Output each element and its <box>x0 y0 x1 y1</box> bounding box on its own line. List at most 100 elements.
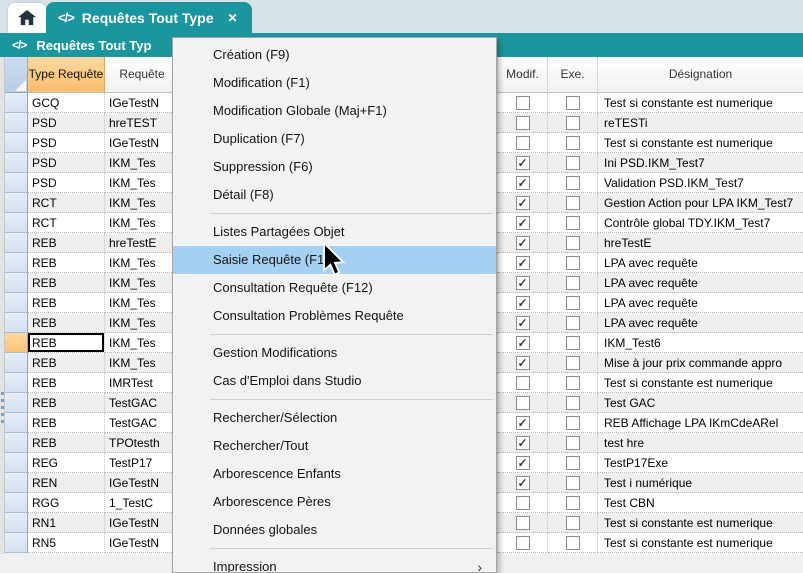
cell-type-requete[interactable]: RCT <box>28 193 105 213</box>
checkbox-exe[interactable] <box>566 356 580 370</box>
cell-exe[interactable] <box>548 273 598 293</box>
cell-type-requete[interactable]: REB <box>28 333 105 353</box>
cell-exe[interactable] <box>548 413 598 433</box>
cell-designation[interactable]: LPA avec requête <box>598 253 803 273</box>
cell-exe[interactable] <box>548 253 598 273</box>
cell-requete[interactable]: hreTestE <box>105 233 180 253</box>
select-all-corner[interactable] <box>5 57 28 93</box>
row-header[interactable] <box>5 373 28 393</box>
row-header[interactable] <box>5 213 28 233</box>
cell-designation[interactable]: Mise à jour prix commande appro <box>598 353 803 373</box>
cell-designation[interactable]: LPA avec requête <box>598 313 803 333</box>
row-header[interactable] <box>5 513 28 533</box>
cell-modif[interactable] <box>498 513 548 533</box>
cell-exe[interactable] <box>548 173 598 193</box>
cell-exe[interactable] <box>548 373 598 393</box>
cell-type-requete[interactable]: PSD <box>28 133 105 153</box>
cell-type-requete[interactable]: REB <box>28 273 105 293</box>
cell-type-requete[interactable]: REB <box>28 373 105 393</box>
checkbox-exe[interactable] <box>566 396 580 410</box>
checkbox-modif[interactable]: ✓ <box>516 156 530 170</box>
cell-requete[interactable]: IGeTestN <box>105 93 180 113</box>
cell-requete[interactable]: IKM_Tes <box>105 213 180 233</box>
cell-designation[interactable]: TestP17Exe <box>598 453 803 473</box>
row-header[interactable] <box>5 233 28 253</box>
cell-requete[interactable]: IKM_Tes <box>105 153 180 173</box>
cell-modif[interactable] <box>498 533 548 553</box>
checkbox-modif[interactable]: ✓ <box>516 296 530 310</box>
cell-designation[interactable]: Test si constante est numerique <box>598 373 803 393</box>
menu-item-creation-f9[interactable]: Création (F9) <box>173 41 496 69</box>
cell-modif[interactable]: ✓ <box>498 333 548 353</box>
cell-requete[interactable]: IKM_Tes <box>105 353 180 373</box>
checkbox-modif[interactable] <box>516 396 530 410</box>
row-header[interactable] <box>5 353 28 373</box>
row-header[interactable] <box>5 313 28 333</box>
checkbox-modif[interactable]: ✓ <box>516 336 530 350</box>
menu-item-modification-f1[interactable]: Modification (F1) <box>173 69 496 97</box>
checkbox-exe[interactable] <box>566 256 580 270</box>
cell-exe[interactable] <box>548 213 598 233</box>
column-header-designation[interactable]: Désignation <box>598 57 803 93</box>
cell-type-requete[interactable]: REB <box>28 253 105 273</box>
menu-item-modification-globale-maj-f1[interactable]: Modification Globale (Maj+F1) <box>173 97 496 125</box>
checkbox-exe[interactable] <box>566 96 580 110</box>
cell-exe[interactable] <box>548 233 598 253</box>
cell-requete[interactable]: TestGAC <box>105 413 180 433</box>
cell-designation[interactable]: Ini PSD.IKM_Test7 <box>598 153 803 173</box>
cell-exe[interactable] <box>548 493 598 513</box>
menu-item-rechercher-tout[interactable]: Rechercher/Tout <box>173 432 496 460</box>
cell-requete[interactable]: IGeTestN <box>105 133 180 153</box>
cell-requete[interactable]: IKM_Tes <box>105 253 180 273</box>
checkbox-modif[interactable]: ✓ <box>516 236 530 250</box>
checkbox-exe[interactable] <box>566 336 580 350</box>
checkbox-modif[interactable]: ✓ <box>516 316 530 330</box>
cell-exe[interactable] <box>548 353 598 373</box>
checkbox-exe[interactable] <box>566 136 580 150</box>
row-header[interactable] <box>5 453 28 473</box>
checkbox-exe[interactable] <box>566 516 580 530</box>
cell-modif[interactable]: ✓ <box>498 253 548 273</box>
menu-item-arborescence-enfants[interactable]: Arborescence Enfants <box>173 460 496 488</box>
checkbox-exe[interactable] <box>566 316 580 330</box>
cell-type-requete[interactable]: REN <box>28 473 105 493</box>
checkbox-modif[interactable]: ✓ <box>516 456 530 470</box>
checkbox-modif[interactable] <box>516 96 530 110</box>
cell-modif[interactable]: ✓ <box>498 433 548 453</box>
checkbox-exe[interactable] <box>566 376 580 390</box>
cell-designation[interactable]: hreTestE <box>598 233 803 253</box>
cell-type-requete[interactable]: REB <box>28 293 105 313</box>
cell-modif[interactable]: ✓ <box>498 273 548 293</box>
cell-exe[interactable] <box>548 313 598 333</box>
tab-close-icon[interactable]: ✕ <box>228 11 238 25</box>
checkbox-modif[interactable] <box>516 516 530 530</box>
checkbox-modif[interactable]: ✓ <box>516 196 530 210</box>
cell-modif[interactable]: ✓ <box>498 353 548 373</box>
checkbox-exe[interactable] <box>566 156 580 170</box>
cell-designation[interactable]: Validation PSD.IKM_Test7 <box>598 173 803 193</box>
cell-requete[interactable]: IKM_Tes <box>105 293 180 313</box>
cell-modif[interactable] <box>498 393 548 413</box>
cell-exe[interactable] <box>548 473 598 493</box>
menu-item-duplication-f7[interactable]: Duplication (F7) <box>173 125 496 153</box>
checkbox-modif[interactable] <box>516 536 530 550</box>
cell-exe[interactable] <box>548 153 598 173</box>
cell-exe[interactable] <box>548 533 598 553</box>
cell-requete[interactable]: TestP17 <box>105 453 180 473</box>
cell-designation[interactable]: Test si constante est numerique <box>598 533 803 553</box>
cell-requete[interactable]: TestGAC <box>105 393 180 413</box>
checkbox-modif[interactable] <box>516 496 530 510</box>
row-header[interactable] <box>5 473 28 493</box>
cell-designation[interactable]: LPA avec requête <box>598 293 803 313</box>
cell-requete[interactable]: IMRTest <box>105 373 180 393</box>
cell-designation[interactable]: Test si constante est numerique <box>598 93 803 113</box>
cell-type-requete[interactable]: PSD <box>28 173 105 193</box>
cell-modif[interactable]: ✓ <box>498 193 548 213</box>
cell-exe[interactable] <box>548 333 598 353</box>
menu-item-arborescence-peres[interactable]: Arborescence Pères <box>173 488 496 516</box>
cell-type-requete[interactable]: REB <box>28 353 105 373</box>
cell-modif[interactable]: ✓ <box>498 473 548 493</box>
cell-exe[interactable] <box>548 93 598 113</box>
cell-type-requete[interactable]: RCT <box>28 213 105 233</box>
row-header[interactable] <box>5 433 28 453</box>
